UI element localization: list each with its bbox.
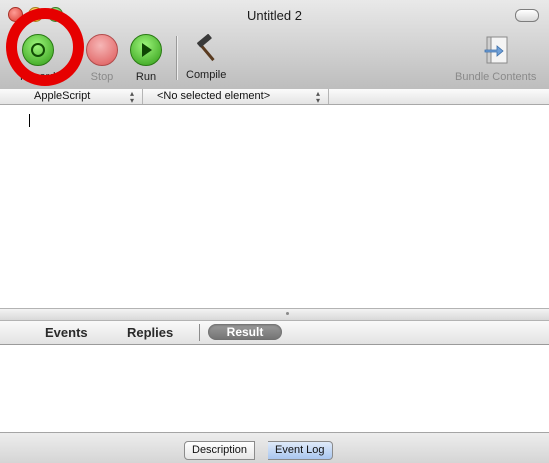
splitter-grip-icon: [286, 312, 289, 315]
stop-button[interactable]: Stop: [86, 34, 118, 83]
script-editor-area[interactable]: [0, 105, 549, 308]
description-button[interactable]: Description: [184, 441, 256, 460]
navbar-divider-end: [328, 89, 329, 104]
record-button[interactable]: Record: [20, 34, 55, 83]
toolbar-separator: [176, 36, 178, 80]
language-popup-arrows-icon: ▴ ▾: [130, 89, 135, 105]
compile-label: Compile: [186, 69, 227, 81]
window-toolbar: Untitled 2 Record Stop Run Compile Bundl…: [0, 0, 549, 90]
tab-result[interactable]: Result: [208, 324, 282, 340]
toolbar-toggle-button[interactable]: [515, 9, 539, 22]
run-button[interactable]: Run: [130, 34, 162, 83]
stop-label: Stop: [90, 71, 114, 83]
tab-events[interactable]: Events: [45, 325, 88, 340]
bundle-contents-icon: [482, 34, 510, 66]
record-icon: [21, 34, 54, 66]
bundle-contents-label: Bundle Contents: [455, 71, 537, 83]
navbar-divider: [142, 89, 143, 104]
hammer-icon: [191, 33, 221, 64]
element-popup-arrows-icon: ▴ ▾: [316, 89, 321, 105]
tab-divider: [199, 324, 200, 341]
bundle-contents-button[interactable]: Bundle Contents: [455, 34, 536, 83]
tab-replies[interactable]: Replies: [127, 325, 173, 340]
result-pane[interactable]: [0, 345, 549, 432]
stop-icon: [86, 34, 118, 66]
window-title: Untitled 2: [247, 8, 302, 23]
script-editor-window: Untitled 2 Record Stop Run Compile Bundl…: [0, 0, 549, 463]
bottom-bar: Description Event Log: [0, 432, 549, 463]
element-popup[interactable]: <No selected element>: [157, 90, 270, 102]
language-popup[interactable]: AppleScript: [34, 90, 90, 102]
navigation-bar: AppleScript ▴ ▾ <No selected element> ▴ ▾: [0, 89, 549, 105]
run-icon: [130, 34, 162, 66]
pane-splitter[interactable]: [0, 308, 549, 321]
run-label: Run: [135, 71, 157, 83]
text-caret: [29, 114, 30, 127]
result-tab-bar: Events Replies Result: [0, 321, 549, 345]
event-log-button[interactable]: Event Log: [268, 441, 333, 460]
record-label: Record: [20, 71, 56, 83]
compile-button[interactable]: Compile: [186, 33, 227, 81]
